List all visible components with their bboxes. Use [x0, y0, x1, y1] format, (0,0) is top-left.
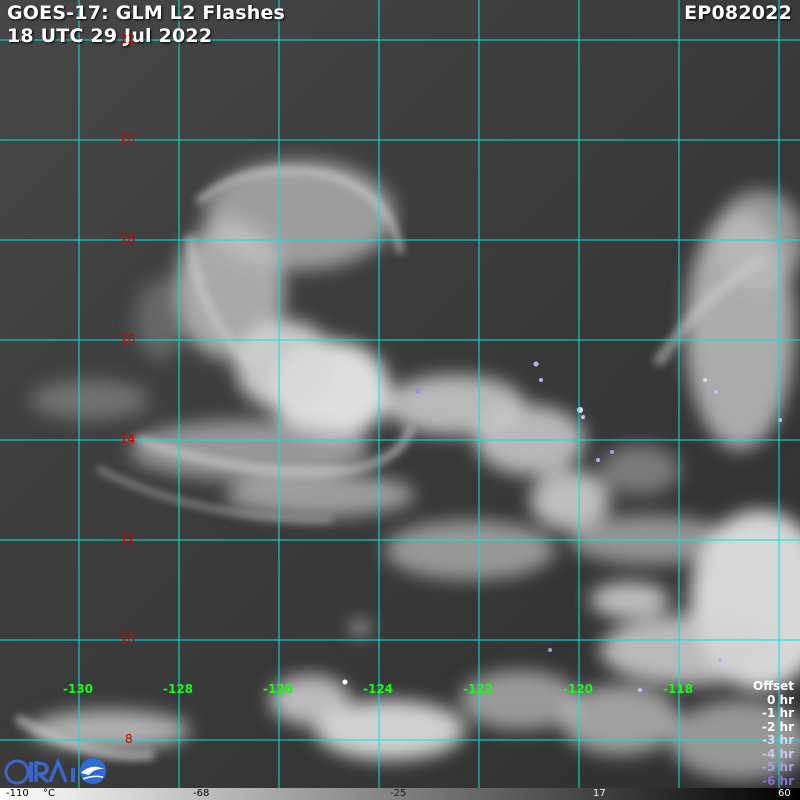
- colorbar-tick: -25: [390, 788, 407, 799]
- offset-legend-title: Offset: [753, 679, 794, 693]
- offset-item: -2 hr: [762, 719, 794, 734]
- offset-item: -6 hr: [762, 773, 794, 788]
- offset-item: -4 hr: [762, 746, 794, 761]
- agency-logos: [4, 757, 106, 785]
- lon-label: -118: [663, 682, 694, 696]
- lat-label: 20: [120, 132, 136, 146]
- offset-item: -3 hr: [762, 733, 794, 747]
- lat-label: 18: [120, 232, 136, 246]
- colorbar-unit: °C: [43, 788, 55, 799]
- offset-item: 0 hr: [767, 692, 794, 707]
- satellite-image: [0, 0, 800, 800]
- lon-label: -124: [363, 682, 394, 696]
- lat-label: 14: [120, 432, 136, 446]
- rammb-logo-icon: [80, 758, 106, 784]
- colorbar-tick: -68: [193, 788, 210, 799]
- cira-logo-icon: [4, 757, 75, 785]
- lon-label: -126: [263, 682, 294, 696]
- offset-item: -1 hr: [762, 706, 794, 720]
- satellite-viewer: GOES-17: GLM L2 Flashes 18 UTC 29 Jul 20…: [0, 0, 800, 800]
- valid-time: 18 UTC 29 Jul 2022: [7, 25, 213, 47]
- product-title: GOES-17: GLM L2 Flashes: [7, 2, 286, 24]
- lon-label: -130: [63, 682, 94, 696]
- lat-label: 10: [120, 632, 136, 646]
- offset-legend: Offset 0 hr -1 hr -2 hr -3 hr -4 hr -5 h…: [753, 679, 794, 788]
- lat-label: 8: [125, 732, 133, 746]
- lat-label: 12: [120, 532, 136, 546]
- colorbar-tick: -110: [6, 788, 29, 799]
- offset-item: -5 hr: [762, 760, 794, 774]
- lon-label: -120: [563, 682, 594, 696]
- storm-id: EP082022: [684, 2, 792, 24]
- lat-label: 22: [120, 32, 136, 46]
- lon-label: -122: [463, 682, 494, 696]
- colorbar-tick: 17: [593, 788, 606, 799]
- lon-label: -128: [163, 682, 194, 696]
- colorbar-tick: 60: [778, 788, 791, 799]
- lat-label: 16: [120, 332, 136, 346]
